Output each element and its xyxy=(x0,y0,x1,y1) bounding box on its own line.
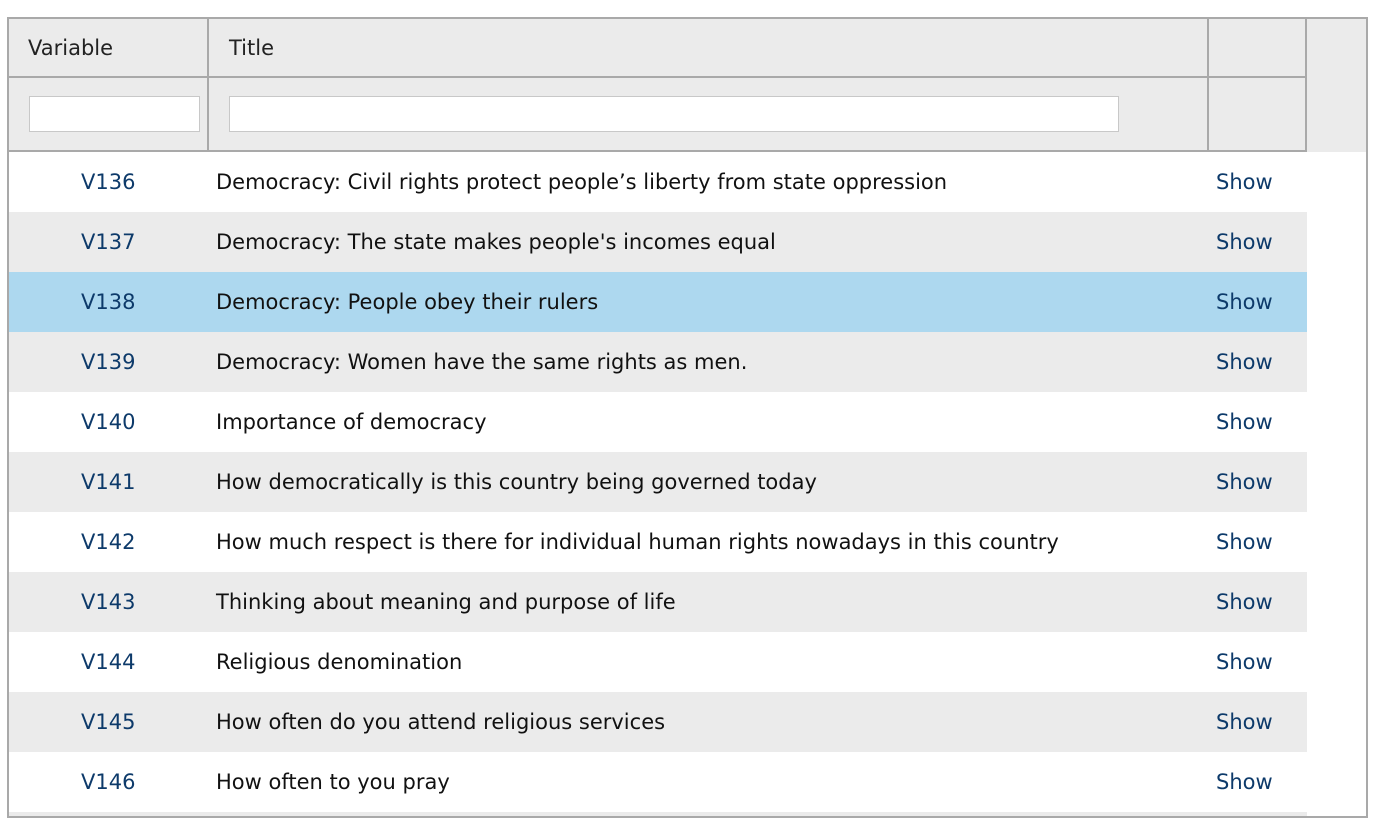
variable-title: Democracy: People obey their rulers xyxy=(216,290,599,314)
table-row[interactable]: V142 How much respect is there for indivi… xyxy=(9,512,1307,572)
title-filter-input[interactable] xyxy=(229,96,1119,132)
table-row[interactable]: V141 How democratically is this country b… xyxy=(9,452,1307,512)
variable-title: Democracy: Women have the same rights as… xyxy=(216,350,748,374)
show-link[interactable]: Show xyxy=(1216,752,1273,812)
column-divider xyxy=(1207,19,1209,152)
variable-code[interactable]: V144 xyxy=(81,632,135,692)
grid-header: Variable Title xyxy=(9,19,1366,152)
variable-title: How often to you pray xyxy=(216,770,450,794)
show-link[interactable]: Show xyxy=(1216,392,1273,452)
variable-code[interactable]: V137 xyxy=(81,212,135,272)
table-row xyxy=(9,812,1307,816)
show-link[interactable]: Show xyxy=(1216,272,1273,332)
variable-title: Democracy: Civil rights protect people’s… xyxy=(216,170,948,194)
variable-title: Thinking about meaning and purpose of li… xyxy=(216,590,676,614)
show-link[interactable]: Show xyxy=(1216,152,1273,212)
variable-title: Democracy: The state makes people's inco… xyxy=(216,230,776,254)
variable-code[interactable]: V138 xyxy=(81,272,135,332)
column-divider xyxy=(207,19,209,152)
table-row[interactable]: V136 Democracy: Civil rights protect peop… xyxy=(9,152,1307,212)
variable-code[interactable]: V141 xyxy=(81,452,135,512)
table-row[interactable]: V144 Religious denomination Show xyxy=(9,632,1307,692)
show-link[interactable]: Show xyxy=(1216,572,1273,632)
variable-code[interactable]: V142 xyxy=(81,512,135,572)
show-link[interactable]: Show xyxy=(1216,512,1273,572)
variable-title: How democratically is this country being… xyxy=(216,470,817,494)
variable-title: Religious denomination xyxy=(216,650,463,674)
table-row[interactable]: V138 Democracy: People obey their rulers S… xyxy=(9,272,1307,332)
variables-grid: Variable Title V136 Democracy: Civil righ… xyxy=(7,17,1368,818)
table-row[interactable]: V140 Importance of democracy Show xyxy=(9,392,1307,452)
column-header-variable[interactable]: Variable xyxy=(28,36,113,60)
variable-code[interactable]: V139 xyxy=(81,332,135,392)
variable-filter-input[interactable] xyxy=(29,96,200,132)
variable-title: Importance of democracy xyxy=(216,410,487,434)
variable-title: How much respect is there for individual… xyxy=(216,530,1059,554)
variable-title: How often do you attend religious servic… xyxy=(216,710,666,734)
show-link[interactable]: Show xyxy=(1216,452,1273,512)
variable-code[interactable]: V146 xyxy=(81,752,135,812)
show-link[interactable]: Show xyxy=(1216,332,1273,392)
variable-code[interactable]: V143 xyxy=(81,572,135,632)
variable-code[interactable]: V140 xyxy=(81,392,135,452)
table-row[interactable]: V143 Thinking about meaning and purpose o… xyxy=(9,572,1307,632)
column-divider xyxy=(1305,19,1307,152)
show-link[interactable]: Show xyxy=(1216,212,1273,272)
table-row[interactable]: V146 How often to you pray Show xyxy=(9,752,1307,812)
table-row[interactable]: V139 Democracy: Women have the same right… xyxy=(9,332,1307,392)
variable-code[interactable]: V145 xyxy=(81,692,135,752)
column-header-title[interactable]: Title xyxy=(229,36,274,60)
header-divider xyxy=(9,76,1307,78)
grid-body: V136 Democracy: Civil rights protect peop… xyxy=(9,152,1307,816)
show-link[interactable]: Show xyxy=(1216,632,1273,692)
variable-code[interactable]: V136 xyxy=(81,152,135,212)
table-row[interactable]: V145 How often do you attend religious se… xyxy=(9,692,1307,752)
table-row[interactable]: V137 Democracy: The state makes people's … xyxy=(9,212,1307,272)
show-link[interactable]: Show xyxy=(1216,692,1273,752)
